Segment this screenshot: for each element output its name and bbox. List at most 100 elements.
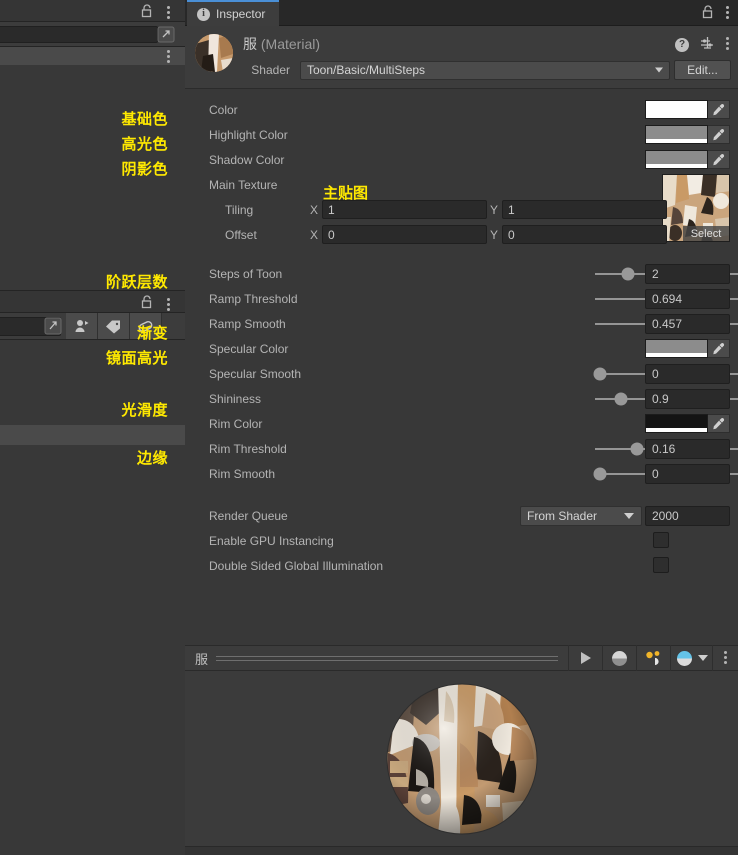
kebab-menu-icon-2[interactable]	[167, 298, 171, 313]
slider-thumb[interactable]	[614, 392, 628, 405]
slider-thumb[interactable]	[593, 367, 607, 380]
help-icon[interactable]: ?	[675, 37, 689, 52]
material-properties: Color Highlight Color Shadow Color Main …	[185, 89, 738, 578]
gizmo-icon[interactable]	[636, 645, 670, 671]
value-shininess[interactable]: 0.9	[645, 389, 730, 409]
value-rim-smooth[interactable]: 0	[645, 464, 730, 484]
slider-thumb[interactable]	[621, 267, 635, 280]
label-specular-color: Specular Color	[209, 341, 289, 356]
shader-dropdown[interactable]: Toon/Basic/MultiSteps	[300, 60, 670, 80]
label-ramp-threshold: Ramp Threshold	[209, 291, 298, 306]
sphere-shape-dropdown[interactable]	[670, 645, 712, 671]
tab-inspector[interactable]: i Inspector	[187, 0, 280, 26]
tag-tool-button[interactable]	[98, 313, 130, 339]
label-rim-threshold: Rim Threshold	[209, 441, 287, 456]
color-field-shadow[interactable]	[645, 150, 730, 169]
property-row-ramp-smooth: Ramp Smooth 0.457	[185, 311, 738, 336]
eyedropper-icon-shadow[interactable]	[708, 150, 730, 169]
lighting-sphere-icon[interactable]	[602, 645, 636, 671]
property-row-offset: Offset X 0 Y 0	[185, 222, 738, 247]
checkbox-double-sided-gi[interactable]	[653, 557, 669, 573]
alpha-bar	[646, 164, 707, 168]
render-queue-dropdown[interactable]: From Shader	[520, 506, 642, 526]
label-gpu-instancing: Enable GPU Instancing	[209, 533, 334, 548]
alpha-bar	[646, 114, 707, 118]
color-field-specular[interactable]	[645, 339, 730, 358]
value-ramp-smooth[interactable]: 0.457	[645, 314, 730, 334]
value-ramp-threshold[interactable]: 0.694	[645, 289, 730, 309]
kebab-menu-icon-preview[interactable]	[712, 645, 738, 671]
label-rim-color: Rim Color	[209, 416, 263, 431]
label-specular-smooth: Specular Smooth	[209, 366, 302, 381]
annotation-shadow-color: 阴影色	[121, 160, 168, 178]
color-field-rim[interactable]	[645, 414, 730, 433]
property-row-steps-of-toon: Steps of Toon 2	[185, 261, 738, 286]
label-tiling: Tiling	[225, 202, 254, 217]
search-input[interactable]	[0, 26, 158, 43]
left-panel-topbar	[0, 0, 185, 22]
left-panel-search-row	[0, 22, 185, 47]
property-row-rim-color: Rim Color	[185, 411, 738, 436]
slider-thumb[interactable]	[593, 467, 607, 480]
color-swatch-specular[interactable]	[645, 339, 708, 358]
render-queue-mode: From Shader	[527, 509, 598, 523]
lock-icon-2[interactable]	[141, 295, 153, 312]
left-panel-selected-row[interactable]	[0, 47, 185, 65]
left-panel-selected-row-2[interactable]	[0, 425, 185, 445]
expand-icon[interactable]	[156, 26, 176, 47]
material-preview[interactable]	[185, 671, 738, 846]
offset-y-label: Y	[490, 227, 499, 242]
label-offset: Offset	[225, 227, 257, 242]
left-panel-topbar-2	[0, 290, 185, 313]
edit-shader-button[interactable]: Edit...	[674, 60, 731, 80]
value-render-queue[interactable]: 2000	[645, 506, 730, 526]
tiling-y-input[interactable]: 1	[502, 200, 668, 219]
property-row-shininess: Shininess 0.9	[185, 386, 738, 411]
property-row-highlight-color: Highlight Color	[185, 122, 738, 147]
row-kebab-menu-icon[interactable]	[167, 50, 171, 65]
kebab-menu-icon-inspector[interactable]	[726, 5, 730, 21]
color-swatch-highlight[interactable]	[645, 125, 708, 144]
eyedropper-icon-rim[interactable]	[708, 414, 730, 433]
play-icon[interactable]	[568, 645, 602, 671]
kebab-menu-icon-material[interactable]	[726, 37, 730, 52]
alpha-bar	[646, 428, 707, 432]
eyedropper-icon-highlight[interactable]	[708, 125, 730, 144]
lock-icon-inspector[interactable]	[702, 4, 714, 22]
kebab-menu-icon[interactable]	[167, 6, 171, 21]
tiling-y-label: Y	[490, 202, 499, 217]
property-row-double-sided-gi: Double Sided Global Illumination	[185, 553, 738, 578]
shader-value: Toon/Basic/MultiSteps	[307, 63, 426, 77]
expand-icon-2[interactable]	[43, 317, 63, 339]
annotation-rim: 边缘	[136, 449, 168, 467]
label-ramp-smooth: Ramp Smooth	[209, 316, 286, 331]
annotation-ramp: 渐变	[136, 324, 168, 342]
value-specular-smooth[interactable]: 0	[645, 364, 730, 384]
label-double-sided-gi: Double Sided Global Illumination	[209, 558, 384, 573]
preview-divider	[216, 653, 558, 664]
value-rim-threshold[interactable]: 0.16	[645, 439, 730, 459]
annotation-shininess: 光滑度	[121, 401, 168, 419]
tab-label: Inspector	[216, 7, 266, 21]
color-swatch-color[interactable]	[645, 100, 708, 119]
offset-y-input[interactable]: 0	[502, 225, 668, 244]
color-swatch-shadow[interactable]	[645, 150, 708, 169]
slider-thumb[interactable]	[630, 442, 644, 455]
lock-icon[interactable]	[141, 4, 153, 21]
color-swatch-rim[interactable]	[645, 414, 708, 433]
checkbox-gpu-instancing[interactable]	[653, 532, 669, 548]
eyedropper-icon-specular[interactable]	[708, 339, 730, 358]
offset-x-input[interactable]: 0	[322, 225, 488, 244]
preview-sphere[interactable]	[386, 683, 538, 835]
material-header: 服 (Material) ? Shader Toon/Basic/MultiSt…	[185, 26, 738, 89]
alpha-bar	[646, 353, 707, 357]
value-steps-of-toon[interactable]: 2	[645, 264, 730, 284]
color-field-highlight[interactable]	[645, 125, 730, 144]
preset-icon[interactable]	[700, 36, 715, 53]
eyedropper-icon-color[interactable]	[708, 100, 730, 119]
left-panel-body-3	[0, 445, 185, 855]
person-tool-button[interactable]	[66, 313, 98, 339]
label-shininess: Shininess	[209, 391, 262, 406]
color-field-color[interactable]	[645, 100, 730, 119]
